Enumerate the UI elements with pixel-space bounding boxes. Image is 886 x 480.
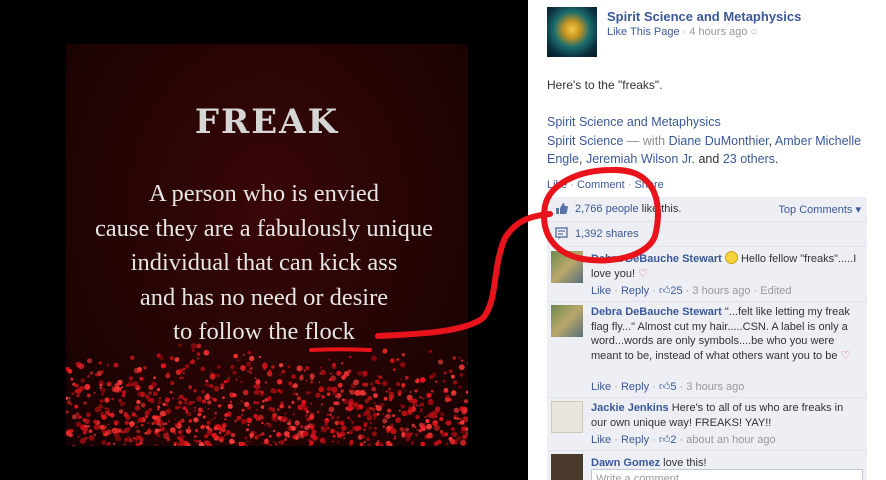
thumb-icon: 👍︎ <box>658 381 671 393</box>
edited-label[interactable]: Edited <box>760 285 791 297</box>
comment-like-link[interactable]: Like <box>591 434 611 446</box>
comment: Debra DeBauche Stewart "...felt like let… <box>547 302 867 398</box>
attachment-title[interactable]: Spirit Science and Metaphysics <box>547 113 877 132</box>
likes-row: 2,766 people like this. Top Comments ▾ <box>547 197 867 222</box>
poster-line: cause they are a fabulously unique <box>94 214 434 242</box>
likes-count-link[interactable]: 2,766 people <box>575 203 639 215</box>
comment-meta: Like · Reply · 👍︎5 · 3 hours ago <box>591 381 745 393</box>
thumb-icon: 👍︎ <box>658 434 671 446</box>
comment-likes[interactable]: 👍︎25 <box>659 285 683 297</box>
poster-title: FREAK <box>194 102 340 142</box>
commenter-name[interactable]: Debra DeBauche Stewart <box>591 306 722 318</box>
commenter-avatar[interactable] <box>551 401 583 433</box>
poster-line: A person who is envied <box>149 180 379 207</box>
and-text: and <box>695 152 723 166</box>
attachment-info: Spirit Science and Metaphysics Spirit Sc… <box>547 113 877 169</box>
likes-suffix: like this. <box>638 203 682 215</box>
others-link[interactable]: 23 others <box>723 152 775 166</box>
poster-line: and has no need or desire <box>139 283 389 311</box>
like-page-link[interactable]: Like This Page <box>607 26 680 38</box>
heart-emoticon: ♡ <box>638 267 648 280</box>
share-icon <box>555 227 568 240</box>
commenter-name[interactable]: Dawn Gomez <box>591 457 660 469</box>
comment-time[interactable]: 3 hours ago <box>686 381 744 393</box>
caret-down-icon: ▾ <box>855 204 861 216</box>
comment-like-link[interactable]: Like <box>591 381 611 393</box>
post-panel: Spirit Science and Metaphysics Like This… <box>528 0 886 480</box>
thumbs-up-icon <box>556 203 568 214</box>
heart-emoticon: ♡ <box>840 349 851 362</box>
poster-text: A person who is envied cause they are a … <box>66 177 468 350</box>
comment-meta: Like · Reply · 👍︎2 · about an hour ago <box>591 434 776 446</box>
red-flowers-decoration <box>66 343 468 446</box>
album-link[interactable]: Spirit Science <box>547 134 623 148</box>
comment-reply-link[interactable]: Reply <box>621 285 649 297</box>
post-message: Here's to the "freaks". <box>547 78 663 92</box>
with-text: — with <box>623 133 669 148</box>
page-name-link[interactable]: Spirit Science and Metaphysics <box>607 9 801 24</box>
post-meta: Like This Page · 4 hours ago ○ <box>607 26 758 38</box>
smiley-emoticon <box>724 251 738 264</box>
top-comments-dropdown[interactable]: Top Comments ▾ <box>778 203 861 216</box>
commenter-name[interactable]: Jackie Jenkins <box>591 402 669 414</box>
photo-viewer: FREAK A person who is envied cause they … <box>0 0 528 480</box>
comment-body: Debra DeBauche Stewart "...felt like let… <box>591 305 861 363</box>
commenter-avatar[interactable] <box>551 251 583 283</box>
comment-time[interactable]: about an hour ago <box>686 434 775 446</box>
comment-likes[interactable]: 👍︎2 <box>659 434 677 446</box>
photo[interactable]: FREAK A person who is envied cause they … <box>66 44 468 446</box>
comment-body: Jackie Jenkins Here's to all of us who a… <box>591 401 861 430</box>
commenter-name[interactable]: Debra DeBauche Stewart <box>591 253 722 265</box>
like-action[interactable]: Like <box>547 179 567 191</box>
comment: Jackie Jenkins Here's to all of us who a… <box>547 398 867 451</box>
thumb-icon: 👍︎ <box>658 285 671 297</box>
share-action[interactable]: Share <box>634 179 663 191</box>
post-actions: Like · Comment · Share <box>547 179 664 191</box>
comment-action[interactable]: Comment <box>577 179 625 191</box>
commenter-avatar[interactable] <box>551 305 583 337</box>
tagged-person[interactable]: Jeremiah Wilson Jr. <box>586 152 695 166</box>
feedback-box: 2,766 people like this. Top Comments ▾ 1… <box>547 197 867 480</box>
comment-body: Debra DeBauche Stewart Hello fellow "fre… <box>591 251 861 281</box>
comment-time[interactable]: 3 hours ago <box>692 285 750 297</box>
comment-like-link[interactable]: Like <box>591 285 611 297</box>
commenter-avatar[interactable] <box>551 454 583 480</box>
tagged-person[interactable]: Diane DuMonthier <box>669 134 769 148</box>
comment-reply-link[interactable]: Reply <box>621 381 649 393</box>
comment-reply-link[interactable]: Reply <box>621 434 649 446</box>
comment-input[interactable]: Write a comment... <box>591 469 863 480</box>
globe-icon: ○ <box>750 26 758 38</box>
comment-likes[interactable]: 👍︎5 <box>659 381 677 393</box>
page-avatar[interactable] <box>547 7 597 57</box>
poster-line: individual that can kick ass <box>130 249 398 276</box>
comment-text: love this! <box>660 457 707 469</box>
shares-row: 1,392 shares <box>547 222 867 247</box>
post-time[interactable]: 4 hours ago <box>689 26 747 38</box>
shares-count-link[interactable]: 1,392 shares <box>575 228 639 240</box>
comment-meta: Like · Reply · 👍︎25 · 3 hours ago · Edit… <box>591 285 792 297</box>
comment: Debra DeBauche Stewart Hello fellow "fre… <box>547 248 867 302</box>
